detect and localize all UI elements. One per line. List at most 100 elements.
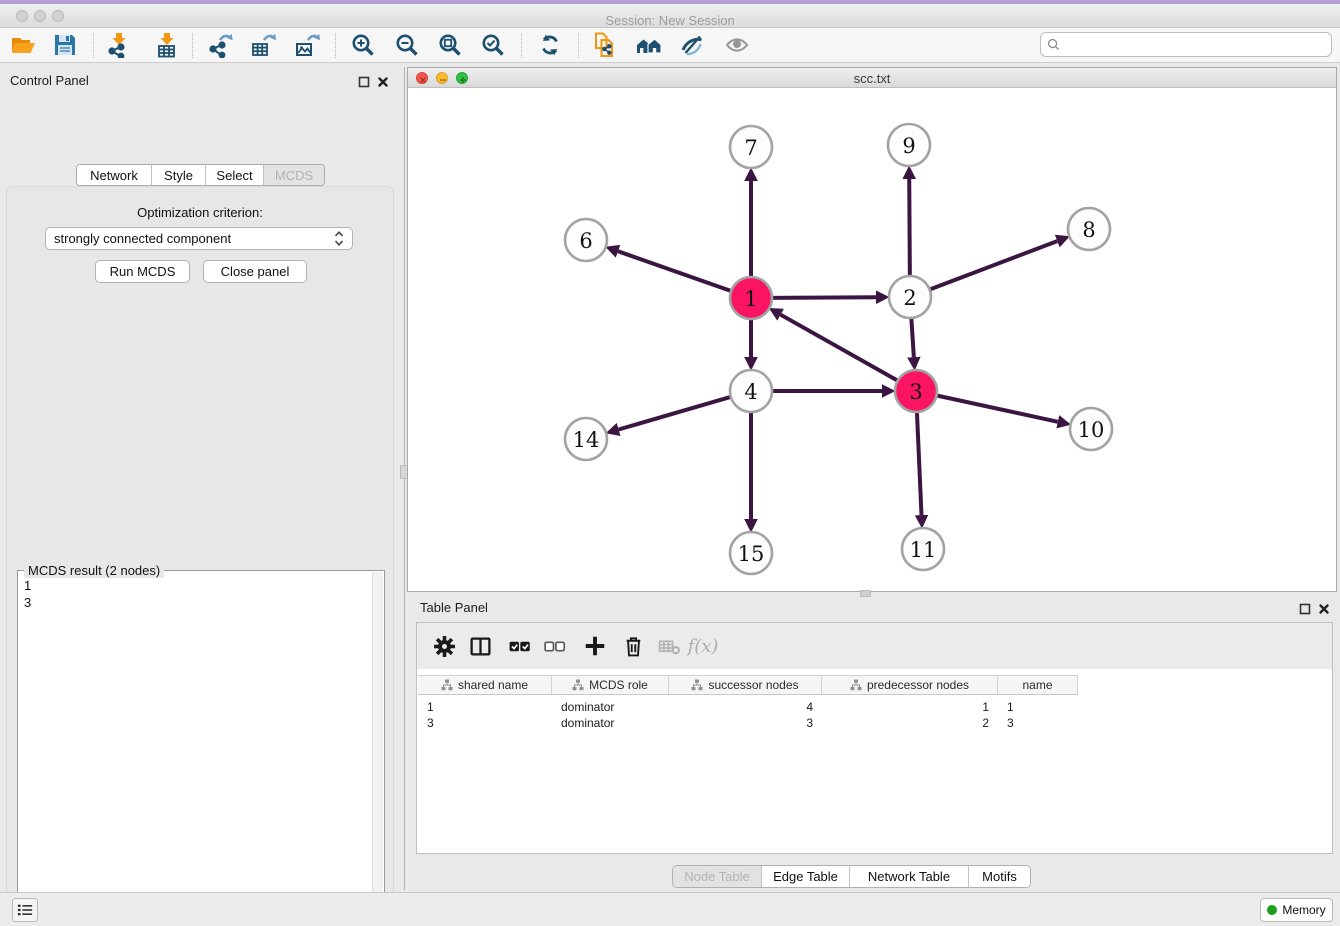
- delete-table-icon[interactable]: [655, 632, 683, 660]
- table-panel-tabs: Node TableEdge TableNetwork TableMotifs: [672, 865, 1031, 888]
- export-table-icon[interactable]: [248, 30, 278, 60]
- column-header-label: predecessor nodes: [867, 678, 969, 692]
- graph-node-8[interactable]: 8: [1068, 208, 1110, 250]
- control-panel: Control Panel NetworkStyleSelectMCDS Opt…: [0, 67, 400, 890]
- graph-edge-2-8[interactable]: [929, 241, 1058, 290]
- toolbar-separator: [521, 33, 522, 58]
- table-cell[interactable]: 3: [998, 715, 1078, 731]
- graph-node-4[interactable]: 4: [730, 370, 772, 412]
- window-title: Session: New Session: [0, 13, 1340, 28]
- graph-edge-3-10[interactable]: [936, 395, 1058, 422]
- close-panel-icon[interactable]: [377, 75, 389, 93]
- search-field[interactable]: [1040, 32, 1332, 57]
- graph-edge-1-6[interactable]: [618, 251, 732, 291]
- graph-node-11[interactable]: 11: [902, 528, 944, 570]
- network-titlebar[interactable]: scc.txt: [408, 68, 1336, 88]
- table-tab-motifs[interactable]: Motifs: [969, 866, 1030, 887]
- column-header-label: name: [1022, 678, 1052, 692]
- window-titlebar[interactable]: Session: New Session: [0, 4, 1340, 28]
- search-input[interactable]: [1064, 37, 1331, 52]
- zoom-selected-icon[interactable]: [478, 30, 508, 60]
- select-all-checkboxes-icon[interactable]: [505, 632, 533, 660]
- graph-node-15[interactable]: 15: [730, 532, 772, 574]
- function-builder-icon[interactable]: f(x): [689, 632, 717, 660]
- table-tab-network-table[interactable]: Network Table: [850, 866, 969, 887]
- graph-edge-2-3[interactable]: [911, 317, 914, 357]
- import-network-icon[interactable]: [104, 30, 134, 60]
- settings-gear-icon[interactable]: [430, 632, 458, 660]
- nested-networks-icon[interactable]: [634, 30, 664, 60]
- graph-node-1[interactable]: 1: [730, 277, 772, 319]
- memory-status-dot: [1267, 905, 1277, 915]
- add-column-icon[interactable]: [581, 632, 609, 660]
- mcds-result-title: MCDS result (2 nodes): [24, 563, 164, 578]
- run-mcds-button[interactable]: Run MCDS: [95, 260, 190, 283]
- graph-node-6[interactable]: 6: [565, 219, 607, 261]
- float-table-panel-icon[interactable]: [1299, 602, 1311, 620]
- eye-icon[interactable]: [722, 30, 752, 60]
- graph-edge-3-11[interactable]: [917, 411, 922, 515]
- column-namespace-icon: [691, 679, 703, 691]
- graph-node-3[interactable]: 3: [895, 370, 937, 412]
- float-panel-icon[interactable]: [358, 75, 370, 93]
- memory-label: Memory: [1282, 903, 1325, 917]
- panel-splitter[interactable]: [400, 67, 407, 890]
- graph-edge-4-14[interactable]: [619, 397, 732, 430]
- table-cell[interactable]: dominator: [552, 715, 669, 731]
- control-tab-network[interactable]: Network: [77, 165, 152, 185]
- delete-column-icon[interactable]: [619, 632, 647, 660]
- table-row[interactable]: 1dominator411: [418, 699, 1078, 715]
- table-cell[interactable]: 3: [669, 715, 822, 731]
- result-scrollbar[interactable]: [372, 572, 383, 926]
- table-cell[interactable]: 1: [822, 699, 998, 715]
- table-row[interactable]: 3dominator323: [418, 715, 1078, 731]
- column-header-successor-nodes[interactable]: successor nodes: [669, 676, 822, 694]
- control-tab-style[interactable]: Style: [152, 165, 206, 185]
- export-image-icon[interactable]: [292, 30, 322, 60]
- deselect-all-checkboxes-icon[interactable]: [540, 632, 568, 660]
- table-tab-edge-table[interactable]: Edge Table: [762, 866, 850, 887]
- open-session-icon[interactable]: [8, 30, 38, 60]
- toolbar-separator: [578, 33, 579, 58]
- task-list-button[interactable]: [12, 898, 38, 922]
- svg-text:11: 11: [910, 538, 937, 562]
- graphics-details-icon[interactable]: [677, 30, 707, 60]
- graph-edge-1-2[interactable]: [771, 297, 876, 298]
- zoom-in-icon[interactable]: [348, 30, 378, 60]
- zoom-fit-icon[interactable]: [435, 30, 465, 60]
- memory-button[interactable]: Memory: [1260, 898, 1333, 922]
- table-cell[interactable]: 3: [418, 715, 552, 731]
- column-header-predecessor-nodes[interactable]: predecessor nodes: [822, 676, 998, 694]
- column-header-shared-name[interactable]: shared name: [418, 676, 552, 694]
- table-cell[interactable]: dominator: [552, 699, 669, 715]
- close-table-panel-icon[interactable]: [1318, 602, 1330, 620]
- duplicate-network-icon[interactable]: [590, 30, 620, 60]
- split-columns-icon[interactable]: [466, 632, 494, 660]
- graph-edge-2-9[interactable]: [909, 179, 910, 277]
- graph-node-14[interactable]: 14: [565, 418, 607, 460]
- zoom-out-icon[interactable]: [392, 30, 422, 60]
- table-cell[interactable]: 4: [669, 699, 822, 715]
- table-cell[interactable]: 1: [418, 699, 552, 715]
- column-header-name[interactable]: name: [998, 676, 1078, 694]
- mcds-result-text[interactable]: 1 3: [24, 577, 31, 611]
- control-tab-select[interactable]: Select: [206, 165, 264, 185]
- import-table-icon[interactable]: [152, 30, 182, 60]
- table-cell[interactable]: 2: [822, 715, 998, 731]
- control-tab-mcds[interactable]: MCDS: [264, 165, 324, 185]
- criterion-dropdown[interactable]: strongly connected component: [45, 227, 353, 250]
- column-header-MCDS-role[interactable]: MCDS role: [552, 676, 669, 694]
- refresh-icon[interactable]: [535, 30, 565, 60]
- graph-node-2[interactable]: 2: [889, 276, 931, 318]
- graph-node-10[interactable]: 10: [1070, 408, 1112, 450]
- graph-node-9[interactable]: 9: [888, 124, 930, 166]
- table-tab-node-table[interactable]: Node Table: [673, 866, 762, 887]
- graph-node-7[interactable]: 7: [730, 126, 772, 168]
- save-session-icon[interactable]: [50, 30, 80, 60]
- svg-text:7: 7: [744, 136, 757, 160]
- close-panel-button[interactable]: Close panel: [203, 260, 307, 283]
- table-cell[interactable]: 1: [998, 699, 1078, 715]
- export-network-icon[interactable]: [205, 30, 235, 60]
- network-canvas-svg[interactable]: 1 2 3 4 6 7 8 9 10 11 14 15: [408, 88, 1336, 591]
- graph-edge-3-1[interactable]: [781, 315, 899, 381]
